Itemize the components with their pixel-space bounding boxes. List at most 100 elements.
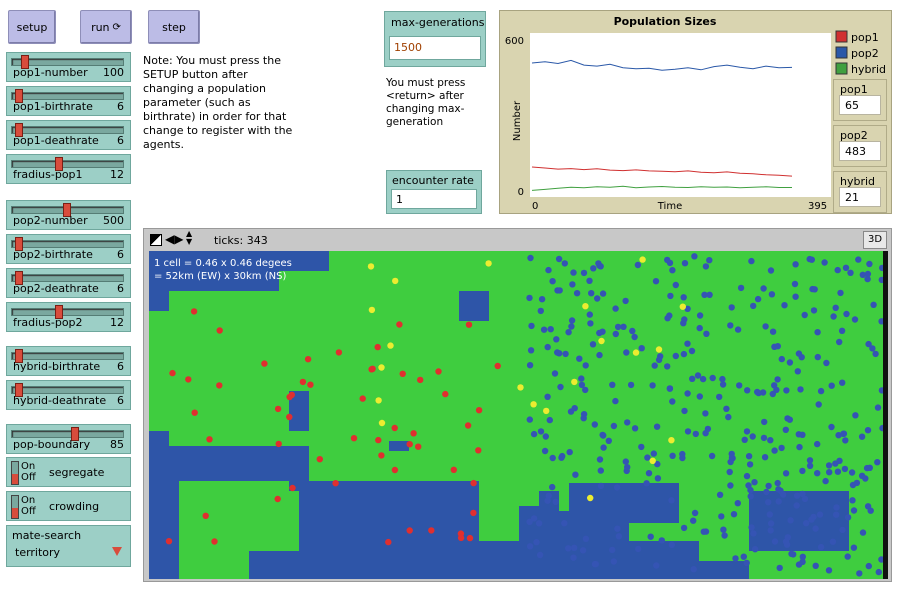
slider-track[interactable] — [11, 308, 124, 316]
pop2-agent — [610, 422, 618, 430]
pop2-agent — [578, 375, 585, 382]
monitor-value: 65 — [839, 95, 881, 115]
pop2-agent — [612, 330, 619, 338]
slider-track[interactable] — [11, 430, 124, 438]
pop2-agent — [799, 431, 806, 438]
pop2-agent — [540, 326, 548, 333]
pop2-agent — [799, 490, 806, 498]
pop2-agent — [652, 278, 660, 285]
pop2-agent — [775, 498, 782, 505]
pop2-agent — [815, 401, 822, 408]
slider-pop1-number[interactable]: pop1-number 100 — [6, 52, 131, 82]
slider-track[interactable] — [11, 240, 124, 248]
pop2-agent — [751, 479, 758, 486]
slider-pop2-number[interactable]: pop2-number 500 — [6, 200, 131, 230]
slider-track[interactable] — [11, 160, 124, 168]
slider-pop2-birthrate[interactable]: pop2-birthrate 6 — [6, 234, 131, 264]
pop2-agent — [624, 464, 631, 471]
slider-track[interactable] — [11, 92, 124, 100]
pop1-agent — [465, 321, 473, 328]
chooser-value-box[interactable]: territory — [11, 544, 126, 562]
slider-track[interactable] — [11, 352, 124, 360]
slider-pop1-deathrate[interactable]: pop1-deathrate 6 — [6, 120, 131, 150]
slider-pop-boundary[interactable]: pop-boundary 85 — [6, 424, 131, 454]
pop2-agent — [769, 328, 777, 335]
encounter-rate-input-widget[interactable]: encounter rate 1 — [386, 170, 482, 214]
pop2-agent — [812, 562, 819, 569]
pop2-agent — [680, 320, 687, 327]
slider-track[interactable] — [11, 126, 124, 134]
pop2-agent — [734, 500, 741, 507]
switch-segregate[interactable]: On Off segregate — [6, 457, 131, 487]
slider-fradius-pop2[interactable]: fradius-pop2 12 — [6, 302, 131, 332]
pop2-agent — [806, 462, 814, 469]
pop2-agent — [727, 322, 734, 329]
slider-pop2-deathrate[interactable]: pop2-deathrate 6 — [6, 268, 131, 298]
slider-track[interactable] — [11, 386, 124, 394]
pop2-agent — [653, 562, 660, 569]
world-map[interactable]: 1 cell = 0.46 x 0.46 degees = 52km (EW) … — [149, 251, 886, 579]
pop2-agent — [766, 511, 773, 518]
slider-hybrid-birthrate[interactable]: hybrid-birthrate 6 — [6, 346, 131, 376]
pop2-agent — [672, 281, 679, 289]
legend-label-pop1: pop1 — [851, 31, 879, 44]
hybrid-agent — [375, 397, 382, 404]
slider-pop1-birthrate[interactable]: pop1-birthrate 6 — [6, 86, 131, 116]
pop1-agent — [385, 538, 392, 546]
switch-toggle[interactable] — [11, 461, 19, 485]
pop2-agent — [571, 405, 578, 412]
pop2-agent — [526, 362, 534, 369]
vertical-arrows-icon[interactable]: ▲ ▼ — [186, 230, 192, 246]
hybrid-agent — [632, 349, 640, 356]
pop2-agent — [864, 503, 872, 510]
pop2-agent — [826, 469, 833, 476]
pop2-agent — [555, 255, 563, 263]
pop2-agent — [669, 452, 676, 459]
pop2-agent — [750, 302, 757, 310]
switch-toggle[interactable] — [11, 495, 19, 519]
pop2-agent — [537, 428, 545, 435]
run-button[interactable]: run ⟳ — [80, 10, 132, 44]
pop2-agent — [723, 405, 730, 412]
pop2-agent — [836, 338, 843, 346]
encounter-rate-field[interactable]: 1 — [391, 189, 477, 209]
pop2-agent — [847, 269, 854, 276]
pop2-agent — [866, 260, 873, 268]
slider-track[interactable] — [11, 274, 124, 282]
pop2-agent — [627, 381, 635, 389]
max-generations-input-widget[interactable]: max-generations 1500 — [384, 11, 486, 67]
mate-search-chooser[interactable]: mate-search territory — [6, 525, 131, 567]
slider-fradius-pop1[interactable]: fradius-pop1 12 — [6, 154, 131, 184]
pop2-agent — [848, 469, 856, 476]
pop2-agent — [784, 534, 791, 541]
pop2-agent — [814, 329, 821, 336]
switch-crowding[interactable]: On Off crowding — [6, 491, 131, 521]
pop2-agent — [737, 284, 745, 292]
pop2-agent — [582, 535, 590, 542]
fullscreen-icon[interactable] — [150, 234, 162, 246]
max-generations-field[interactable]: 1500 — [389, 36, 481, 60]
pop1-agent — [470, 509, 477, 517]
pop1-agent — [466, 534, 474, 542]
pop2-agent — [833, 511, 840, 518]
pop2-agent — [760, 285, 767, 292]
y-axis-label: Number — [512, 100, 523, 141]
horizontal-arrows-icon[interactable]: ◀▶ — [165, 233, 183, 245]
switch-knob[interactable] — [12, 508, 18, 518]
setup-button[interactable]: setup — [8, 10, 56, 44]
pop2-agent — [549, 278, 556, 285]
pop2-agent — [811, 286, 818, 293]
plot-title: Population Sizes — [614, 15, 717, 28]
pop2-agent — [689, 375, 696, 382]
slider-label: fradius-pop2 — [13, 316, 83, 329]
y-tick-top: 600 — [505, 36, 524, 47]
slider-hybrid-deathrate[interactable]: hybrid-deathrate 6 — [6, 380, 131, 410]
hybrid-agent — [543, 407, 550, 415]
3d-button[interactable]: 3D — [863, 231, 887, 249]
switch-knob[interactable] — [12, 474, 18, 484]
pop1-agent — [332, 480, 339, 487]
pop1-agent — [415, 443, 422, 450]
pop2-agent — [765, 482, 772, 490]
step-button[interactable]: step — [148, 10, 200, 44]
pop1-agent — [299, 378, 307, 386]
